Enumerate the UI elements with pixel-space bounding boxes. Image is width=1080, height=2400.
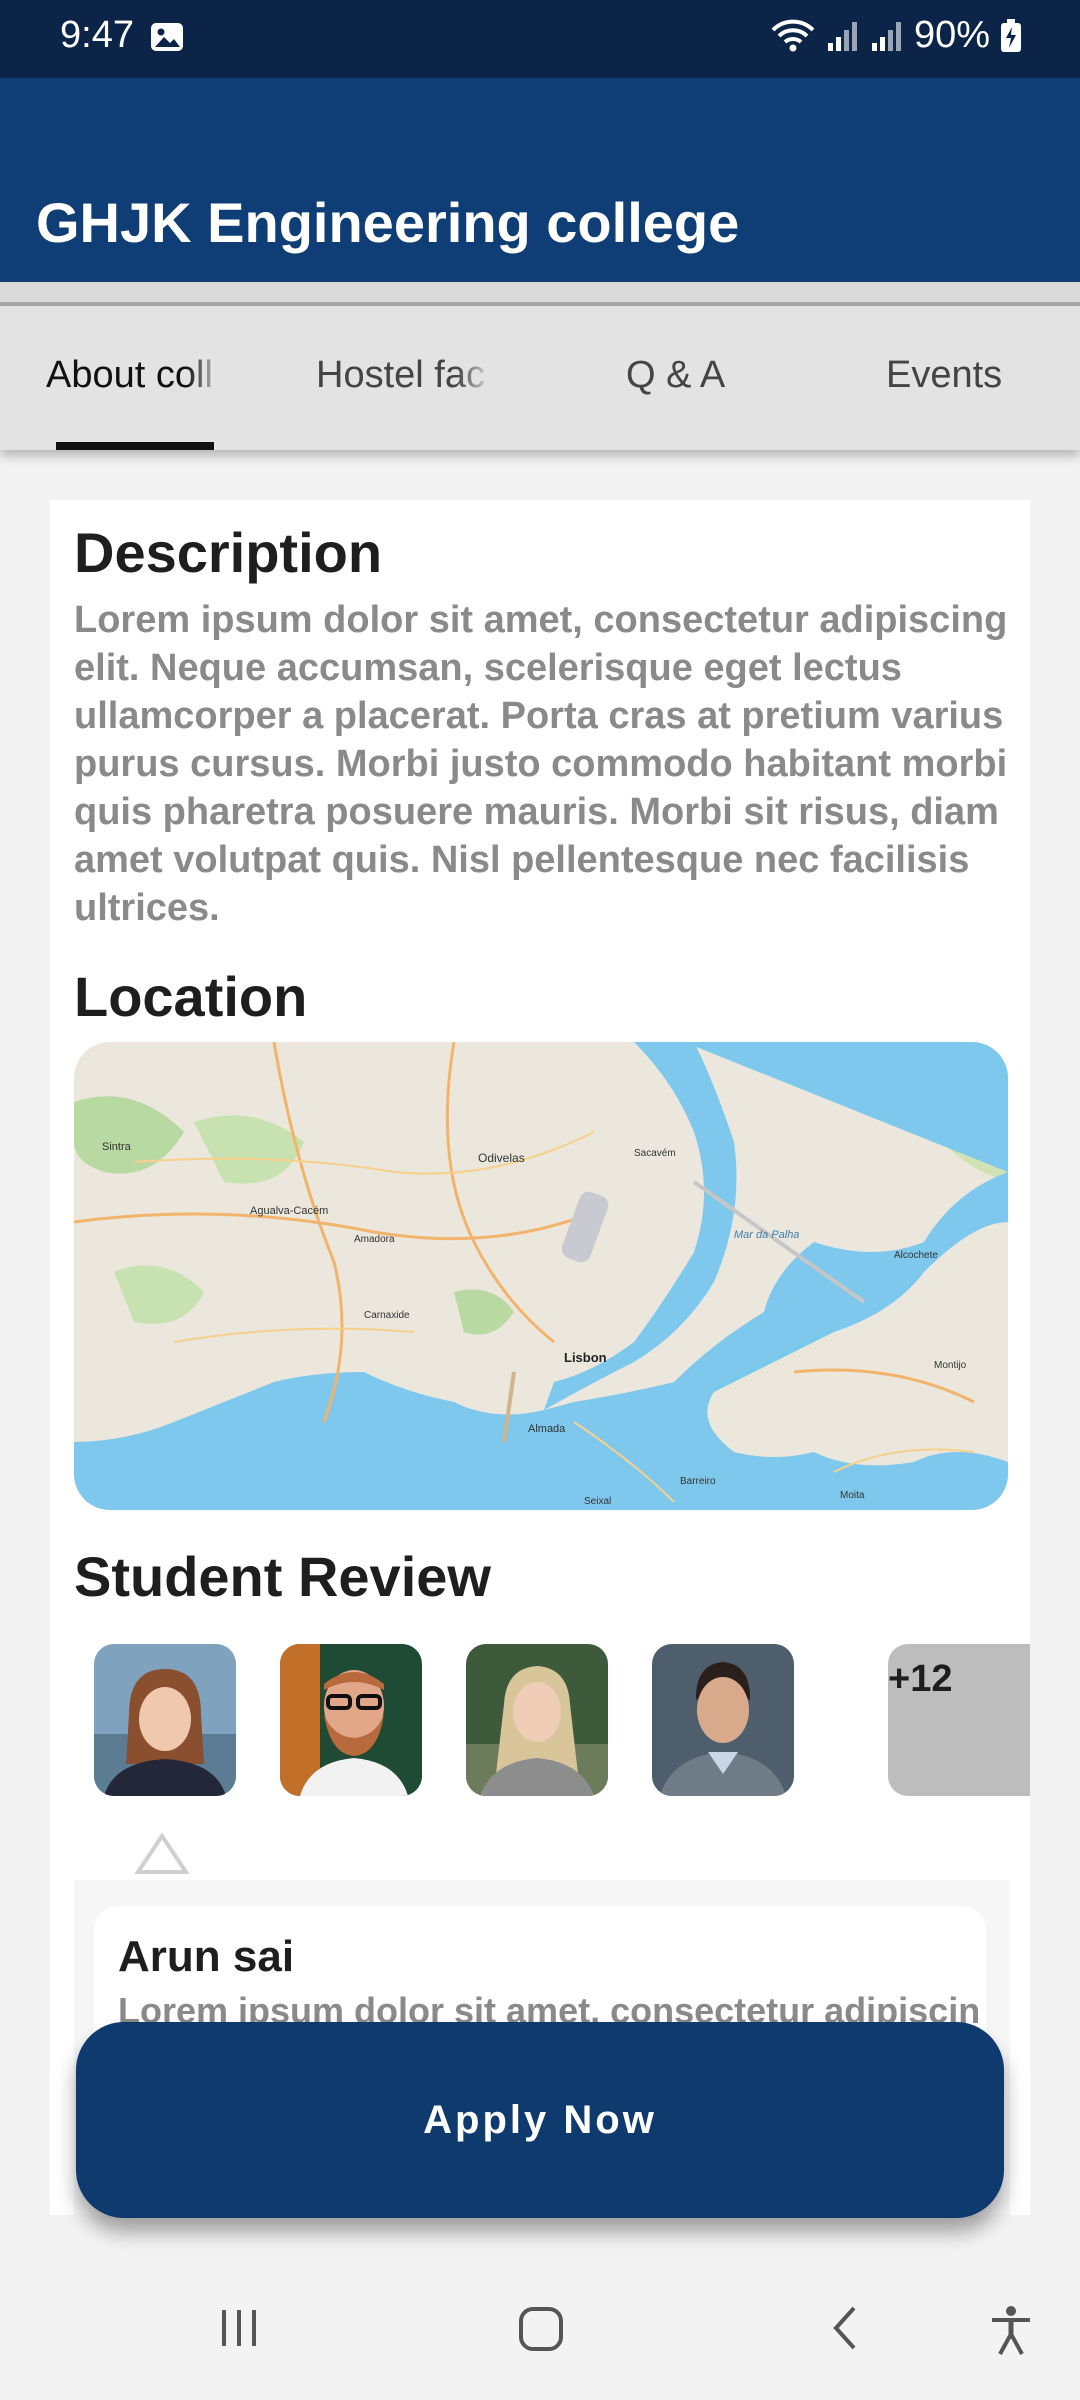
- battery-charging-icon: [1001, 18, 1021, 52]
- avatar-row: +12: [94, 1644, 1030, 1796]
- map-label-mar-da-palha: Mar da Palha: [734, 1229, 799, 1241]
- description-heading: Description: [74, 521, 383, 584]
- more-count: +12: [888, 1658, 953, 1700]
- map-label-sintra: Sintra: [102, 1141, 132, 1153]
- home-icon[interactable]: [516, 2304, 566, 2354]
- divider: [0, 282, 1080, 306]
- page-title: GHJK Engineering college: [36, 191, 740, 254]
- signal-icon-1: [827, 21, 857, 51]
- status-time: 9:47: [60, 14, 134, 56]
- tab-bar: About coll Hostel fac Q & A Events: [0, 306, 1080, 450]
- map-label-carnaxide: Carnaxide: [364, 1310, 410, 1321]
- map-graphic: Odivelas Lisbon Almada Agualva-Cacém Sin…: [74, 1042, 1008, 1510]
- recents-icon[interactable]: [216, 2304, 262, 2350]
- wifi-icon: [771, 19, 815, 51]
- avatar[interactable]: [280, 1644, 422, 1796]
- map-label-amadora: Amadora: [354, 1234, 395, 1245]
- avatar[interactable]: [94, 1644, 236, 1796]
- gallery-notification-icon: [151, 23, 183, 51]
- battery-percent: 90%: [913, 14, 990, 56]
- location-map[interactable]: Odivelas Lisbon Almada Agualva-Cacém Sin…: [74, 1042, 1008, 1510]
- location-heading: Location: [74, 965, 308, 1028]
- tab-q-and-a[interactable]: Q & A: [626, 354, 725, 397]
- accessibility-icon[interactable]: [988, 2304, 1034, 2356]
- system-nav-bar: [0, 2264, 1080, 2400]
- student-review-heading: Student Review: [74, 1545, 491, 1608]
- content-card[interactable]: Description Lorem ipsum dolor sit amet, …: [50, 500, 1030, 2215]
- pointer-triangle-icon: [134, 1832, 190, 1874]
- map-label-almada: Almada: [528, 1423, 566, 1435]
- more-reviewers-tile[interactable]: +12: [888, 1644, 1030, 1796]
- apply-now-button[interactable]: Apply Now: [76, 2022, 1004, 2218]
- map-label-sacavem: Sacavém: [634, 1148, 676, 1159]
- avatar[interactable]: [652, 1644, 794, 1796]
- back-icon[interactable]: [826, 2304, 866, 2352]
- map-label-agualva-cacem: Agualva-Cacém: [250, 1205, 328, 1217]
- reviewer-name: Arun sai: [118, 1932, 295, 1981]
- map-label-barreiro: Barreiro: [680, 1476, 716, 1487]
- tab-indicator: [56, 442, 214, 450]
- tab-hostel-facilities[interactable]: Hostel fac: [316, 354, 492, 397]
- map-label-seixal: Seixal: [584, 1496, 611, 1507]
- status-bar: 9:47 90%: [0, 0, 1080, 78]
- tab-about-college[interactable]: About coll: [46, 354, 222, 397]
- description-text: Lorem ipsum dolor sit amet, consectetur …: [74, 599, 1008, 929]
- app-bar: GHJK Engineering college: [0, 78, 1080, 282]
- map-label-odivelas: Odivelas: [478, 1151, 525, 1165]
- map-label-moita: Moita: [840, 1490, 865, 1501]
- map-label-lisbon: Lisbon: [564, 1350, 607, 1365]
- tab-events[interactable]: Events: [886, 354, 1002, 397]
- map-label-montijo: Montijo: [934, 1360, 967, 1371]
- avatar[interactable]: [466, 1644, 608, 1796]
- map-label-alcochete: Alcochete: [894, 1250, 938, 1261]
- signal-icon-2: [871, 21, 901, 51]
